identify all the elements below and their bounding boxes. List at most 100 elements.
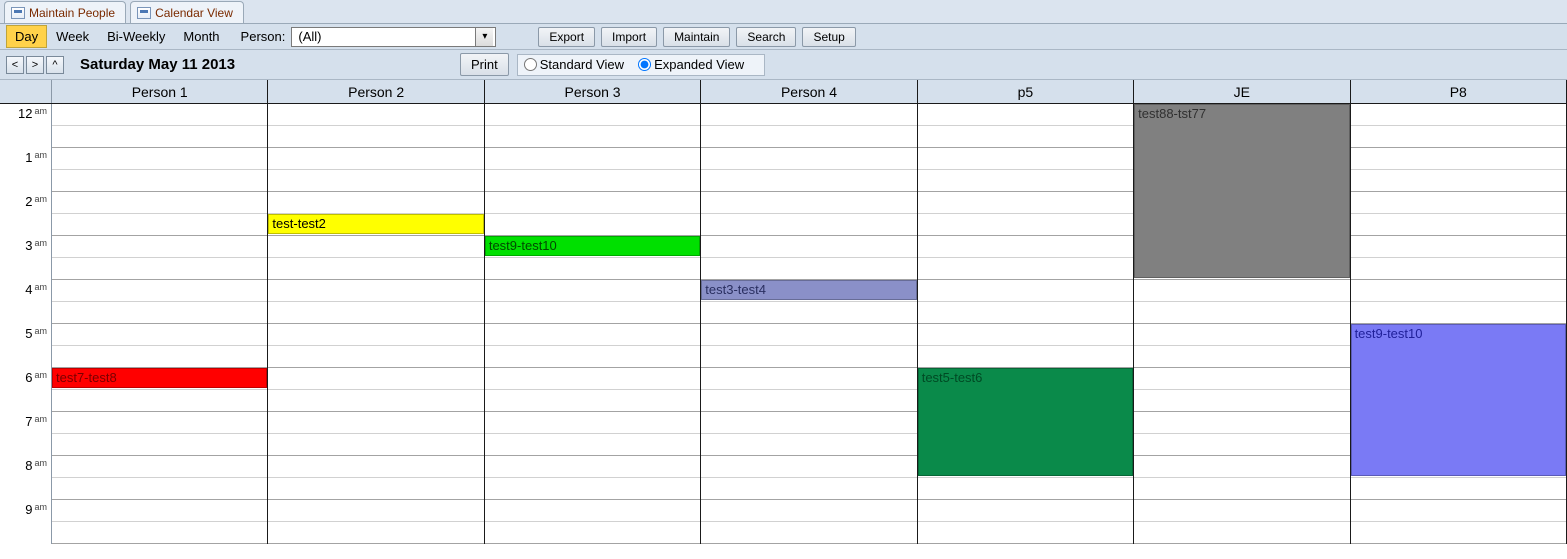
time-slot[interactable]: [268, 192, 483, 214]
time-slot[interactable]: [1134, 478, 1349, 500]
time-slot[interactable]: [1134, 324, 1349, 346]
time-slot[interactable]: [52, 412, 267, 434]
time-slot[interactable]: [268, 434, 483, 456]
time-slot[interactable]: [701, 104, 916, 126]
person-header[interactable]: JE: [1134, 80, 1350, 103]
prev-button[interactable]: <: [6, 56, 24, 74]
time-slot[interactable]: [1134, 302, 1349, 324]
person-header[interactable]: Person 2: [268, 80, 484, 103]
time-slot[interactable]: [52, 170, 267, 192]
time-slot[interactable]: [701, 214, 916, 236]
time-slot[interactable]: [918, 324, 1133, 346]
time-slot[interactable]: [485, 412, 700, 434]
time-slot[interactable]: [918, 500, 1133, 522]
person-column[interactable]: test-test2: [268, 104, 484, 544]
time-slot[interactable]: [485, 148, 700, 170]
person-column[interactable]: test9-test10: [485, 104, 701, 544]
view-tab-month[interactable]: Month: [174, 25, 228, 48]
time-slot[interactable]: [52, 302, 267, 324]
next-button[interactable]: >: [26, 56, 44, 74]
standard-view-radio[interactable]: Standard View: [524, 57, 624, 72]
calendar-event[interactable]: test9-test10: [1351, 324, 1566, 476]
time-slot[interactable]: [701, 368, 916, 390]
time-slot[interactable]: [485, 368, 700, 390]
time-slot[interactable]: [52, 214, 267, 236]
time-slot[interactable]: [1351, 522, 1566, 544]
time-slot[interactable]: [52, 258, 267, 280]
time-slot[interactable]: [1351, 148, 1566, 170]
time-slot[interactable]: [485, 214, 700, 236]
doc-tab-calendar-view[interactable]: Calendar View: [130, 1, 244, 23]
time-slot[interactable]: [52, 192, 267, 214]
time-slot[interactable]: [701, 456, 916, 478]
time-slot[interactable]: [52, 456, 267, 478]
radio-input[interactable]: [638, 58, 651, 71]
time-slot[interactable]: [485, 170, 700, 192]
time-slot[interactable]: [485, 192, 700, 214]
time-slot[interactable]: [701, 302, 916, 324]
time-slot[interactable]: [1351, 214, 1566, 236]
person-header[interactable]: P8: [1351, 80, 1567, 103]
time-slot[interactable]: [918, 258, 1133, 280]
person-header[interactable]: Person 4: [701, 80, 917, 103]
time-slot[interactable]: [268, 126, 483, 148]
search-button[interactable]: Search: [736, 27, 796, 47]
time-slot[interactable]: [52, 126, 267, 148]
time-slot[interactable]: [918, 346, 1133, 368]
time-slot[interactable]: [268, 104, 483, 126]
time-slot[interactable]: [268, 478, 483, 500]
time-slot[interactable]: [485, 258, 700, 280]
time-slot[interactable]: [1351, 170, 1566, 192]
maintain-button[interactable]: Maintain: [663, 27, 730, 47]
calendar-event[interactable]: test88-tst77: [1134, 104, 1349, 278]
import-button[interactable]: Import: [601, 27, 657, 47]
time-slot[interactable]: [701, 500, 916, 522]
time-slot[interactable]: [268, 522, 483, 544]
time-slot[interactable]: [1351, 192, 1566, 214]
time-slot[interactable]: [701, 412, 916, 434]
radio-input[interactable]: [524, 58, 537, 71]
time-slot[interactable]: [918, 280, 1133, 302]
setup-button[interactable]: Setup: [802, 27, 855, 47]
print-button[interactable]: Print: [460, 53, 509, 76]
person-header[interactable]: Person 1: [52, 80, 268, 103]
person-column[interactable]: test9-test10: [1351, 104, 1567, 544]
person-column[interactable]: test7-test8: [52, 104, 268, 544]
time-slot[interactable]: [1134, 412, 1349, 434]
time-slot[interactable]: [918, 236, 1133, 258]
calendar-event[interactable]: test5-test6: [918, 368, 1133, 476]
time-slot[interactable]: [268, 170, 483, 192]
time-slot[interactable]: [268, 236, 483, 258]
time-slot[interactable]: [701, 126, 916, 148]
up-button[interactable]: ^: [46, 56, 64, 74]
time-slot[interactable]: [485, 478, 700, 500]
dropdown-icon[interactable]: ▾: [475, 28, 493, 46]
time-slot[interactable]: [918, 148, 1133, 170]
person-filter-select[interactable]: (All) ▾: [291, 27, 496, 47]
time-slot[interactable]: [918, 104, 1133, 126]
time-slot[interactable]: [52, 500, 267, 522]
time-slot[interactable]: [485, 456, 700, 478]
time-slot[interactable]: [485, 104, 700, 126]
time-slot[interactable]: [1351, 236, 1566, 258]
time-slot[interactable]: [1351, 302, 1566, 324]
time-slot[interactable]: [485, 324, 700, 346]
time-slot[interactable]: [918, 126, 1133, 148]
time-slot[interactable]: [701, 148, 916, 170]
time-slot[interactable]: [52, 434, 267, 456]
time-slot[interactable]: [485, 280, 700, 302]
time-slot[interactable]: [1351, 280, 1566, 302]
calendar-event[interactable]: test3-test4: [701, 280, 916, 300]
export-button[interactable]: Export: [538, 27, 595, 47]
doc-tab-maintain-people[interactable]: Maintain People: [4, 1, 126, 23]
view-tab-day[interactable]: Day: [6, 25, 47, 48]
time-slot[interactable]: [52, 104, 267, 126]
time-slot[interactable]: [268, 390, 483, 412]
time-slot[interactable]: [1351, 500, 1566, 522]
time-slot[interactable]: [1134, 390, 1349, 412]
time-slot[interactable]: [918, 214, 1133, 236]
time-slot[interactable]: [1351, 104, 1566, 126]
time-slot[interactable]: [701, 192, 916, 214]
time-slot[interactable]: [485, 500, 700, 522]
time-slot[interactable]: [1134, 522, 1349, 544]
